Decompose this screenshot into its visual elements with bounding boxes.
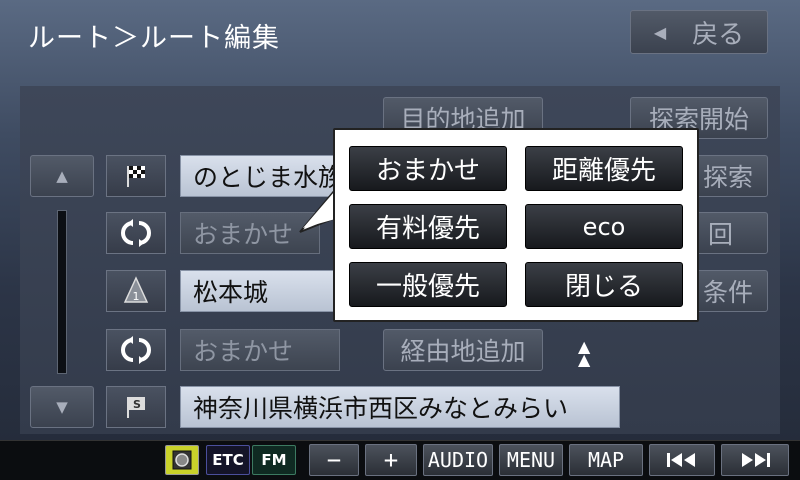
waypoint-field[interactable]: 松本城 bbox=[180, 270, 338, 312]
option-eco-button[interactable]: eco bbox=[525, 204, 683, 249]
skip-next-icon bbox=[742, 453, 770, 467]
camera-button[interactable] bbox=[165, 445, 199, 475]
route-type-box-2[interactable] bbox=[106, 329, 166, 371]
checkered-flag-icon bbox=[127, 166, 145, 187]
skip-previous-icon bbox=[667, 453, 695, 467]
menu-button[interactable]: MENU bbox=[499, 444, 563, 476]
scroll-down-button[interactable]: ▼ bbox=[30, 386, 94, 428]
route-type-icon bbox=[121, 336, 151, 364]
route-type-icon bbox=[121, 219, 151, 247]
scroll-up-button[interactable]: ▲ bbox=[30, 155, 94, 197]
back-arrow-icon: ◀ bbox=[653, 22, 667, 42]
option-distance-priority-button[interactable]: 距離優先 bbox=[525, 146, 683, 191]
start-field[interactable]: 神奈川県横浜市西区みなとみらい bbox=[180, 386, 620, 428]
previous-track-button[interactable] bbox=[649, 444, 715, 476]
waypoint-box: 1 bbox=[106, 270, 166, 312]
triangle-up-icon: ▲ bbox=[56, 167, 68, 185]
waypoint-1-icon: 1 bbox=[123, 276, 149, 303]
start-flag-icon: S bbox=[127, 397, 145, 418]
goal-flag-box bbox=[106, 155, 166, 197]
close-popup-button[interactable]: 閉じる bbox=[525, 262, 683, 307]
page-title: ルート＞ルート編集 bbox=[28, 23, 280, 54]
volume-up-button[interactable]: + bbox=[365, 444, 417, 476]
add-waypoint-button[interactable]: 経由地追加 bbox=[383, 329, 543, 371]
option-general-road-priority-button[interactable]: 一般優先 bbox=[349, 262, 507, 307]
volume-down-button[interactable]: − bbox=[309, 444, 359, 476]
reorder-up-arrows-icon[interactable]: ▲ ▲ bbox=[578, 339, 590, 368]
svg-text:1: 1 bbox=[133, 290, 140, 303]
option-toll-priority-button[interactable]: 有料優先 bbox=[349, 204, 507, 249]
back-button[interactable]: ◀ 戻る bbox=[630, 10, 768, 54]
route-type-box[interactable] bbox=[106, 212, 166, 254]
fm-badge[interactable]: FM bbox=[252, 445, 296, 475]
next-track-button[interactable] bbox=[721, 444, 789, 476]
option-omakase-button[interactable]: おまかせ bbox=[349, 146, 507, 191]
scrollbar-track[interactable] bbox=[57, 210, 67, 374]
route-condition-popup: おまかせ 距離優先 有料優先 eco 一般優先 閉じる bbox=[333, 128, 699, 322]
etc-badge[interactable]: ETC bbox=[206, 445, 250, 475]
route-type-field-2[interactable]: おまかせ bbox=[180, 329, 340, 371]
svg-text:S: S bbox=[133, 398, 141, 411]
audio-button[interactable]: AUDIO bbox=[423, 444, 493, 476]
triangle-down-icon: ▼ bbox=[56, 398, 68, 416]
camera-icon bbox=[172, 450, 192, 470]
map-button[interactable]: MAP bbox=[569, 444, 643, 476]
start-flag-box: S bbox=[106, 386, 166, 428]
back-label: 戻る bbox=[692, 19, 745, 50]
